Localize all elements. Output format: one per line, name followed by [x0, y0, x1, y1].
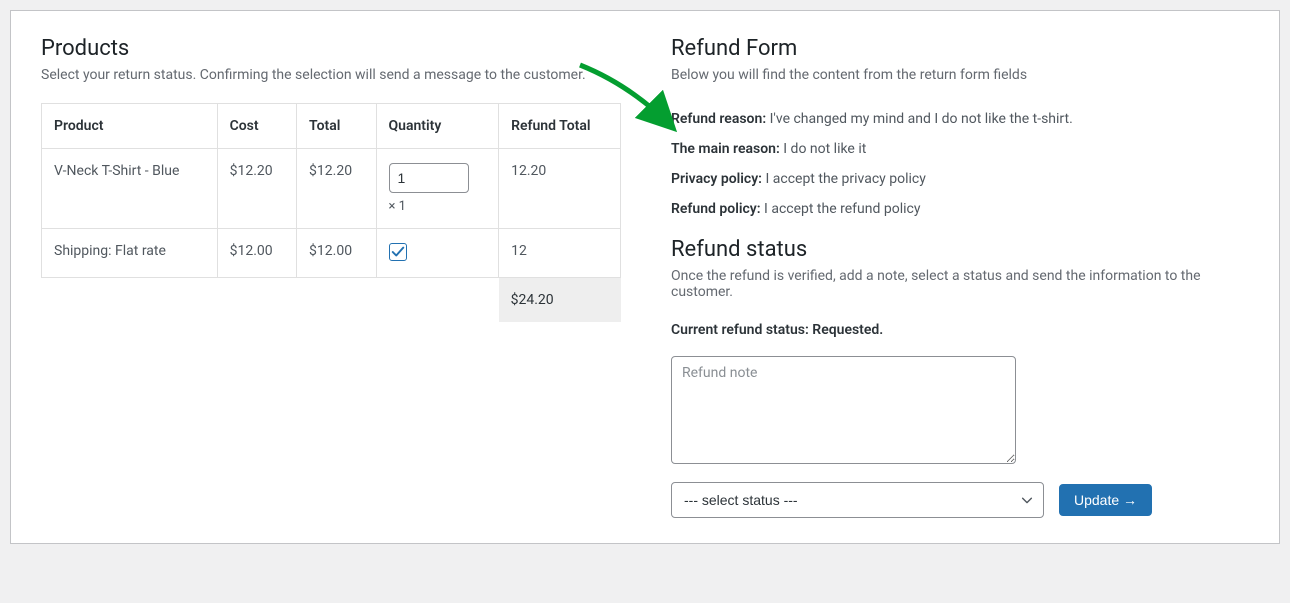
field-refund-reason: Refund reason: I've changed my mind and …	[671, 111, 1249, 127]
refund-status-subtitle: Once the refund is verified, add a note,…	[671, 268, 1249, 300]
total-row: $24.20	[42, 278, 621, 323]
cell-refund-total: 12	[499, 229, 621, 278]
cell-total: $12.20	[297, 149, 376, 229]
shipping-refund-checkbox[interactable]	[389, 243, 407, 261]
table-row: Shipping: Flat rate $12.00 $12.00 12	[42, 229, 621, 278]
col-total: Total	[297, 104, 376, 149]
col-refund-total: Refund Total	[499, 104, 621, 149]
col-cost: Cost	[217, 104, 296, 149]
cell-product: Shipping: Flat rate	[42, 229, 218, 278]
cell-quantity	[376, 229, 499, 278]
refund-panel: Products Select your return status. Conf…	[10, 10, 1280, 544]
col-product: Product	[42, 104, 218, 149]
col-quantity: Quantity	[376, 104, 499, 149]
products-subtitle: Select your return status. Confirming th…	[41, 67, 621, 83]
refund-note-textarea[interactable]	[671, 356, 1016, 464]
refund-status-title: Refund status	[671, 237, 1249, 262]
products-column: Products Select your return status. Conf…	[41, 36, 621, 518]
quantity-input[interactable]	[389, 163, 469, 193]
current-refund-status: Current refund status: Requested.	[671, 322, 1249, 338]
cell-product: V-Neck T-Shirt - Blue	[42, 149, 218, 229]
cell-quantity: × 1	[376, 149, 499, 229]
quantity-note: × 1	[389, 199, 487, 214]
field-main-reason: The main reason: I do not like it	[671, 141, 1249, 157]
products-title: Products	[41, 36, 621, 61]
grand-total: $24.20	[499, 278, 621, 323]
cell-total: $12.00	[297, 229, 376, 278]
refund-form-subtitle: Below you will find the content from the…	[671, 67, 1249, 83]
cell-cost: $12.00	[217, 229, 296, 278]
refund-column: Refund Form Below you will find the cont…	[671, 36, 1249, 518]
field-refund-policy: Refund policy: I accept the refund polic…	[671, 201, 1249, 217]
cell-refund-total: 12.20	[499, 149, 621, 229]
update-button[interactable]: Update →	[1059, 484, 1152, 516]
field-privacy-policy: Privacy policy: I accept the privacy pol…	[671, 171, 1249, 187]
refund-form-title: Refund Form	[671, 36, 1249, 61]
status-select[interactable]: --- select status ---	[671, 482, 1044, 518]
products-table: Product Cost Total Quantity Refund Total…	[41, 103, 621, 322]
cell-cost: $12.20	[217, 149, 296, 229]
table-row: V-Neck T-Shirt - Blue $12.20 $12.20 × 1 …	[42, 149, 621, 229]
check-icon	[391, 245, 405, 259]
